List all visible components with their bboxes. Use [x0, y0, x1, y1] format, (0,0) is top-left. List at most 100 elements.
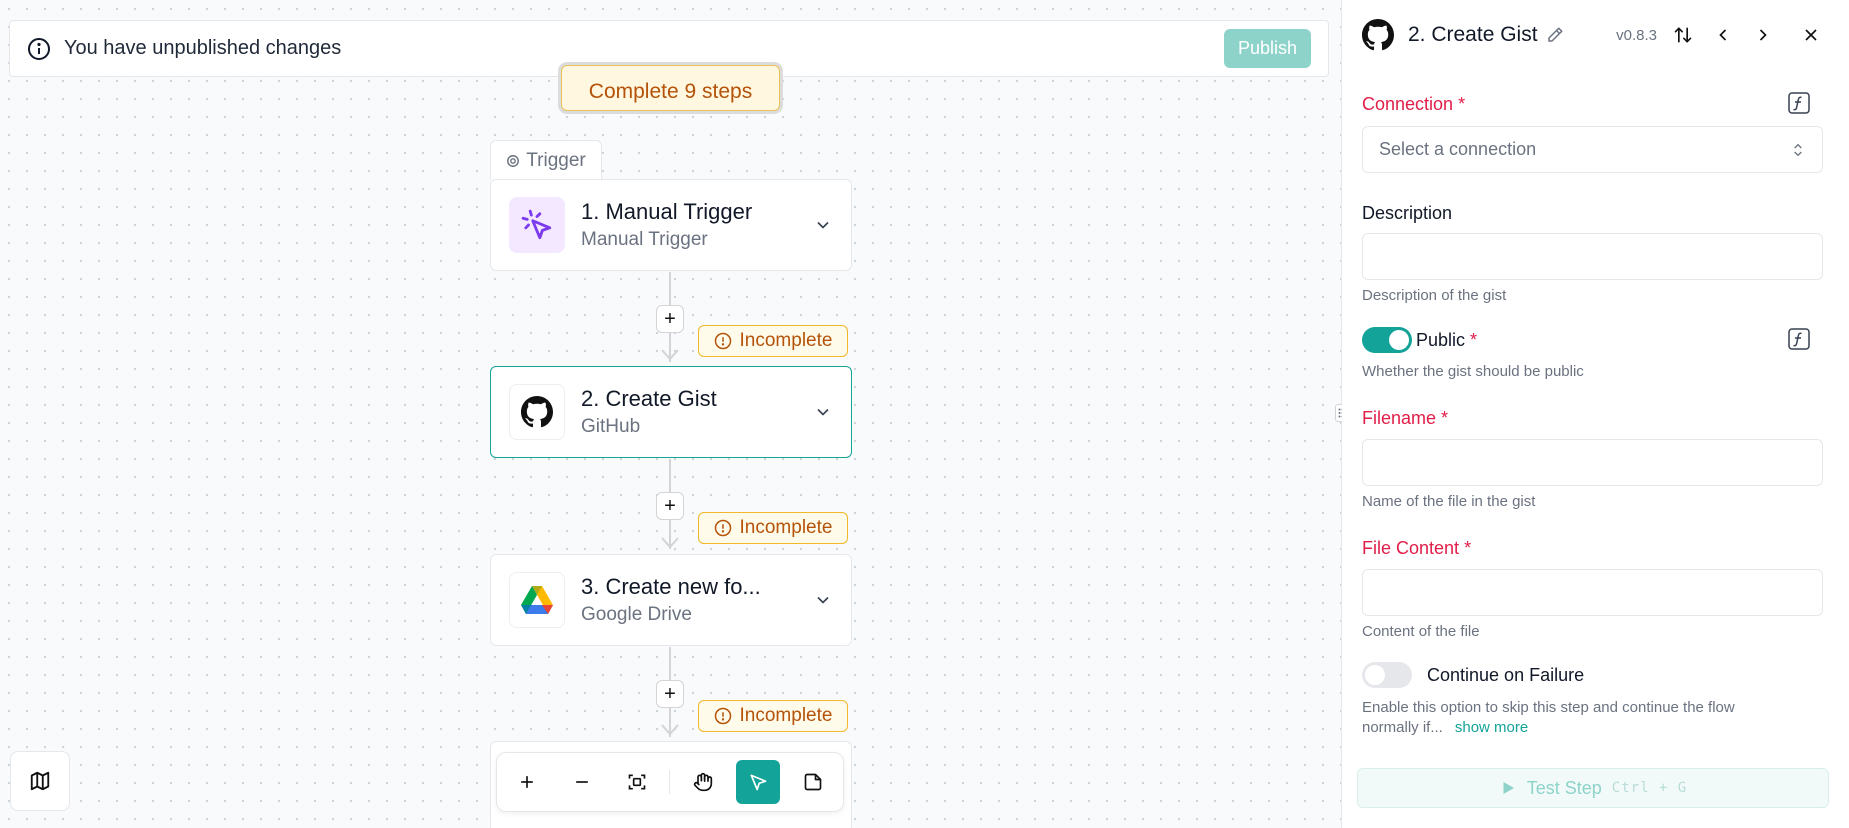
note-icon: [804, 773, 822, 791]
description-help: Description of the gist: [1362, 287, 1507, 304]
dynamic-value-toggle-icon[interactable]: [1788, 92, 1810, 114]
add-step-button[interactable]: +: [656, 492, 684, 520]
pointer-icon: [750, 774, 767, 791]
arrow-down-icon: [661, 724, 679, 736]
required-marker: *: [1441, 408, 1449, 428]
arrow-down-icon: [661, 537, 679, 549]
incomplete-badge: Incomplete: [698, 325, 848, 357]
canvas-toolbar: [496, 752, 844, 812]
next-step-button[interactable]: [1745, 17, 1781, 53]
pan-mode-button[interactable]: [681, 760, 725, 804]
incomplete-label: Incomplete: [739, 330, 833, 351]
file-content-label-text: File Content: [1362, 538, 1460, 558]
connection-select[interactable]: Select a connection: [1362, 126, 1823, 173]
step-settings-panel: 2. Create Gist v0.8.3 Connection * Selec…: [1342, 0, 1849, 828]
public-help: Whether the gist should be public: [1362, 363, 1584, 380]
google-drive-icon: [509, 572, 565, 628]
panel-title[interactable]: 2. Create Gist: [1408, 23, 1538, 47]
trigger-icon: [507, 154, 520, 167]
required-marker: *: [1470, 330, 1478, 350]
publish-button[interactable]: Publish: [1223, 29, 1311, 68]
panel-header: 2. Create Gist v0.8.3: [1342, 0, 1849, 70]
warning-icon: [714, 332, 731, 350]
public-label-text: Public: [1416, 330, 1466, 350]
step-card-create-folder[interactable]: 3. Create new fo... Google Drive: [490, 554, 852, 646]
add-step-button[interactable]: +: [656, 680, 684, 708]
filename-label-text: Filename: [1362, 408, 1437, 428]
step-title: 2. Create Gist: [581, 386, 717, 411]
map-icon: [30, 771, 50, 791]
filename-label: Filename *: [1362, 408, 1448, 429]
chevron-left-icon: [1719, 29, 1727, 41]
file-content-input[interactable]: [1362, 569, 1823, 616]
previous-step-button[interactable]: [1705, 17, 1741, 53]
continue-on-failure-label: Continue on Failure: [1427, 665, 1585, 685]
chevron-down-icon[interactable]: [813, 215, 833, 235]
step-title: 1. Manual Trigger: [581, 199, 753, 224]
close-icon: [1805, 29, 1817, 41]
description-label: Description: [1362, 203, 1453, 223]
step-title: 3. Create new fo...: [581, 574, 761, 599]
step-subtitle: Google Drive: [581, 604, 692, 625]
required-marker: *: [1464, 538, 1472, 558]
trigger-tab-label: Trigger: [526, 149, 586, 171]
trigger-tab: Trigger: [490, 140, 602, 180]
file-content-help: Content of the file: [1362, 623, 1480, 640]
step-card-create-gist[interactable]: 2. Create Gist GitHub: [490, 366, 852, 458]
file-content-label: File Content *: [1362, 538, 1471, 559]
github-icon: [1362, 19, 1394, 51]
arrow-down-icon: [661, 349, 679, 361]
chevron-up-down-icon: [1794, 143, 1802, 156]
chevron-right-icon: [1759, 29, 1767, 41]
version-label: v0.8.3: [1616, 26, 1657, 44]
cursor-click-icon: [509, 197, 565, 253]
filename-input[interactable]: [1362, 439, 1823, 486]
swap-version-button[interactable]: [1665, 17, 1701, 53]
fit-view-button[interactable]: [615, 760, 659, 804]
hand-icon: [694, 772, 713, 792]
chevron-down-icon[interactable]: [813, 402, 833, 422]
add-step-button[interactable]: +: [656, 305, 684, 333]
public-label: Public *: [1416, 330, 1477, 351]
public-toggle[interactable]: [1362, 327, 1412, 353]
help-line-2-text: normally if...: [1362, 719, 1443, 736]
github-icon: [509, 384, 565, 440]
test-step-button[interactable]: Test Step Ctrl + G: [1357, 768, 1829, 808]
banner-message: You have unpublished changes: [64, 37, 342, 59]
incomplete-badge: Incomplete: [698, 512, 848, 544]
step-subtitle: Manual Trigger: [581, 229, 708, 250]
minimap-button[interactable]: [10, 751, 70, 811]
arrows-up-down-icon: [1674, 27, 1692, 43]
required-marker: *: [1458, 94, 1466, 114]
show-more-link[interactable]: show more: [1455, 719, 1528, 736]
warning-icon: [714, 707, 731, 725]
connection-label: Connection *: [1362, 94, 1465, 115]
toolbar-separator: [669, 770, 671, 794]
zoom-out-icon: [575, 781, 588, 783]
description-input[interactable]: [1362, 233, 1823, 280]
continue-on-failure-toggle[interactable]: [1362, 662, 1412, 688]
help-line-1: Enable this option to skip this step and…: [1362, 699, 1735, 716]
zoom-in-button[interactable]: [505, 760, 549, 804]
filename-help: Name of the file in the gist: [1362, 493, 1536, 510]
incomplete-badge: Incomplete: [698, 700, 848, 732]
zoom-out-button[interactable]: [560, 760, 604, 804]
step-card-manual-trigger[interactable]: 1. Manual Trigger Manual Trigger: [490, 179, 852, 271]
help-line-2: normally if... show more: [1362, 718, 1735, 738]
fit-view-icon: [628, 774, 645, 790]
info-icon: [28, 37, 50, 60]
play-icon: [1503, 782, 1514, 794]
connection-label-text: Connection: [1362, 94, 1454, 114]
incomplete-label: Incomplete: [739, 517, 833, 538]
test-step-shortcut: Ctrl + G: [1611, 780, 1688, 796]
warning-icon: [714, 519, 731, 537]
incomplete-label: Incomplete: [739, 705, 833, 726]
select-mode-button[interactable]: [736, 760, 781, 804]
add-note-button[interactable]: [791, 760, 835, 804]
chevron-down-icon[interactable]: [813, 590, 833, 610]
dynamic-value-toggle-icon[interactable]: [1788, 328, 1810, 350]
complete-steps-badge[interactable]: Complete 9 steps: [561, 65, 780, 111]
flow-canvas[interactable]: You have unpublished changes Publish Com…: [0, 0, 1341, 828]
pencil-icon[interactable]: [1546, 26, 1564, 44]
close-panel-button[interactable]: [1793, 17, 1829, 53]
